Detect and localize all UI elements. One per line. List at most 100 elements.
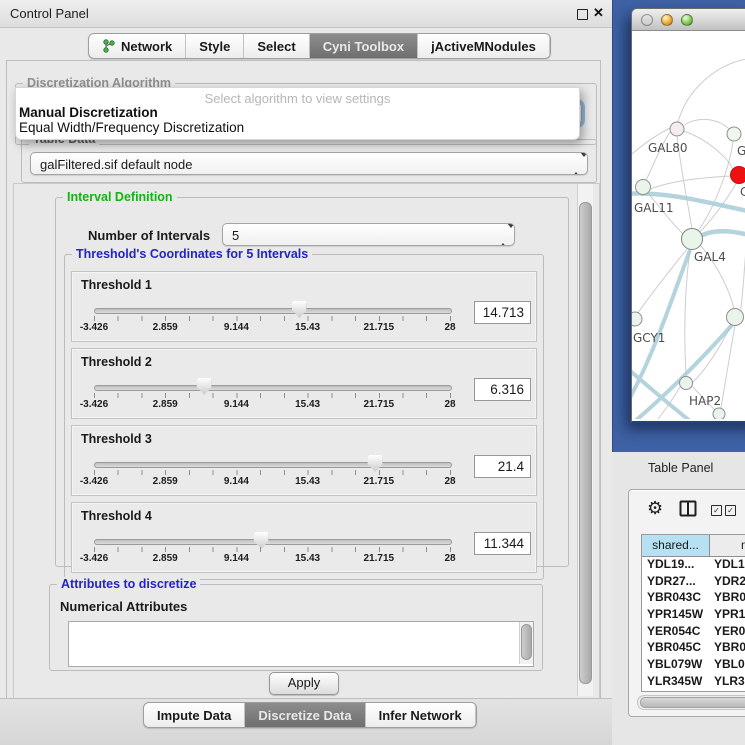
node-gcy1[interactable]	[632, 312, 642, 326]
node-selected-red[interactable]	[731, 167, 745, 184]
tab[interactable]: Cyni Toolbox	[310, 34, 418, 58]
number-of-intervals-combobox[interactable]: 5	[222, 223, 515, 246]
cell-shared-name[interactable]: YBR045C	[642, 640, 709, 657]
slider-track[interactable]	[94, 539, 452, 545]
cell-shared-name[interactable]: YPR145W	[642, 607, 709, 624]
slider-tick-label: -3.426	[80, 553, 108, 564]
attributes-scrollbar[interactable]	[519, 622, 533, 664]
tab[interactable]: Discretize Data	[245, 703, 365, 727]
table-row[interactable]: YDL19... YDL1	[642, 557, 745, 574]
slider-tick-label: 21.715	[364, 399, 395, 410]
slider-tick-labels: -3.4262.8599.14415.4321.71528	[94, 476, 450, 488]
table-panel-title: Table Panel	[648, 461, 713, 475]
node-right-h[interactable]	[727, 309, 744, 326]
network-view-window[interactable]: GAL80 GA C GAL11 GAL4 GCY1 H HAP2	[631, 8, 745, 423]
tab[interactable]: jActiveMNodules	[418, 34, 550, 58]
cell-shared-name[interactable]: YDL19...	[642, 557, 709, 574]
column-header-shared-name[interactable]: shared...	[642, 535, 710, 556]
checkbox-icon[interactable]: ✓	[725, 505, 736, 516]
cell-shared-name[interactable]: YER054C	[642, 624, 709, 641]
node-bottom[interactable]	[713, 408, 725, 419]
cell-name[interactable]: YIL0	[709, 691, 745, 693]
network-window-titlebar[interactable]	[632, 9, 745, 31]
tab[interactable]: Network	[89, 34, 186, 58]
tab-label: Infer Network	[379, 708, 462, 723]
tab[interactable]: Style	[186, 34, 244, 58]
node-top-right[interactable]	[727, 127, 741, 141]
cell-name[interactable]: YBL0	[709, 657, 745, 674]
table-horizontal-scrollbar[interactable]	[637, 695, 745, 710]
columns-icon[interactable]	[679, 500, 697, 522]
slider-ticks	[94, 316, 451, 321]
numerical-attributes-label: Numerical Attributes	[60, 599, 187, 614]
popup-item-manual-discretization[interactable]: Manual Discretization	[19, 105, 158, 120]
threshold-label: Threshold 3	[81, 432, 152, 446]
slider-ticks	[94, 547, 451, 552]
threshold-panel: Threshold 2 -3.4262.8599.14415.4321.7152…	[71, 348, 537, 419]
cell-name[interactable]: YDL1	[709, 557, 745, 574]
table-row[interactable]: YPR145W YPR1	[642, 607, 745, 624]
cell-name[interactable]: YPR1	[709, 607, 745, 624]
network-canvas[interactable]: GAL80 GA C GAL11 GAL4 GCY1 H HAP2	[632, 31, 745, 419]
algorithm-hint: Select algorithm to view settings	[16, 91, 579, 106]
cell-shared-name[interactable]: YIL052C	[642, 691, 709, 693]
slider-track[interactable]	[94, 462, 452, 468]
main-scrollbar-thumb[interactable]	[579, 202, 592, 684]
tab[interactable]: Impute Data	[144, 703, 245, 727]
threshold-value-field[interactable]: 11.344	[474, 532, 531, 555]
table-scrollbar-thumb[interactable]	[640, 697, 745, 708]
slider-track[interactable]	[94, 308, 452, 314]
tab-label: Network	[121, 39, 172, 54]
threshold-value-field[interactable]: 14.713	[474, 301, 531, 324]
control-panel-titlebar: Control Panel ✕	[0, 0, 612, 28]
tab[interactable]: Select	[244, 34, 309, 58]
tab-label: jActiveMNodules	[431, 39, 536, 54]
threshold-value-field[interactable]: 6.316	[474, 378, 531, 401]
node-label-gal80: GAL80	[648, 141, 687, 155]
cell-shared-name[interactable]: YDR27...	[642, 574, 709, 591]
application-window: Control Panel ✕ Network	[0, 0, 745, 745]
table-row[interactable]: YBL079W YBL0	[642, 657, 745, 674]
attribute-list-item[interactable]	[69, 624, 533, 625]
float-window-icon[interactable]	[577, 9, 588, 20]
cell-shared-name[interactable]: YLR345W	[642, 674, 709, 691]
cell-name[interactable]: YBR0	[709, 640, 745, 657]
cell-name[interactable]: YLR3	[709, 674, 745, 691]
table-row[interactable]: YER054C YER0	[642, 624, 745, 641]
cell-name[interactable]: YER0	[709, 624, 745, 641]
table-data-combobox[interactable]: galFiltered.sif default node	[30, 152, 588, 175]
node-label-partial-red: C	[740, 185, 745, 199]
cell-name[interactable]: YBR0	[709, 590, 745, 607]
table-row[interactable]: YBR045C YBR0	[642, 640, 745, 657]
tab[interactable]: Infer Network	[366, 703, 476, 727]
cell-shared-name[interactable]: YBL079W	[642, 657, 709, 674]
combo-stepper-icon	[572, 157, 582, 172]
cell-shared-name[interactable]: YBR043C	[642, 590, 709, 607]
close-traffic-light-icon[interactable]	[641, 14, 653, 26]
popup-item-equal-width-frequency[interactable]: Equal Width/Frequency Discretization	[19, 120, 244, 135]
table-row[interactable]: YBR043C YBR0	[642, 590, 745, 607]
apply-button[interactable]: Apply	[269, 672, 339, 695]
number-of-intervals-value: 5	[232, 228, 239, 243]
main-vertical-scrollbar[interactable]	[577, 184, 593, 696]
slider-track[interactable]	[94, 385, 452, 391]
network-icon	[102, 39, 115, 53]
column-header-name[interactable]: n	[710, 535, 745, 556]
cell-name[interactable]: YDR2	[709, 574, 745, 591]
table-row[interactable]: YLR345W YLR3	[642, 674, 745, 691]
node-gal80[interactable]	[670, 122, 684, 136]
gear-icon[interactable]: ⚙	[647, 498, 663, 519]
threshold-value-field[interactable]: 21.4	[474, 455, 531, 478]
numerical-attributes-list[interactable]	[68, 621, 534, 667]
table-panel-toolbar: ⚙ ✓ ✓	[629, 496, 745, 526]
zoom-traffic-light-icon[interactable]	[681, 14, 693, 26]
node-hap2[interactable]	[680, 377, 693, 390]
attributes-scrollbar-thumb[interactable]	[521, 624, 532, 660]
minimize-traffic-light-icon[interactable]	[661, 14, 673, 26]
checkbox-icon[interactable]: ✓	[711, 505, 722, 516]
node-gal11[interactable]	[636, 180, 651, 195]
table-row[interactable]: YIL052C YIL0	[642, 691, 745, 693]
close-icon[interactable]: ✕	[593, 5, 604, 21]
node-gal4[interactable]	[682, 229, 703, 250]
table-row[interactable]: YDR27... YDR2	[642, 574, 745, 591]
